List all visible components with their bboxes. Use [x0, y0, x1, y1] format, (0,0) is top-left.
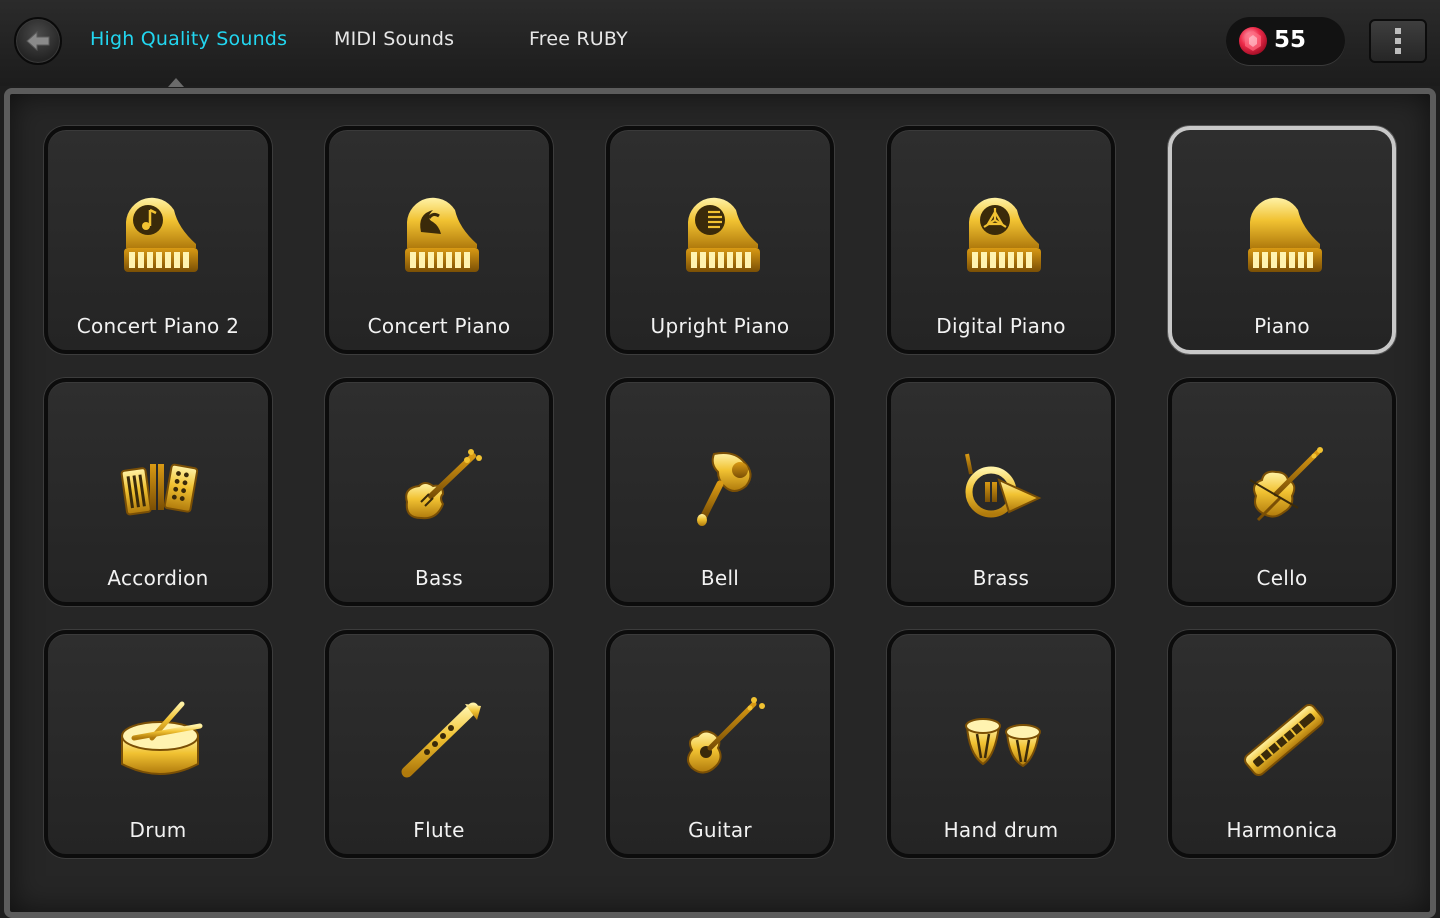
instrument-label: Piano — [1254, 314, 1310, 338]
grand-piano-lines-icon — [686, 197, 760, 272]
instrument-tile-brass[interactable]: Brass — [887, 378, 1115, 606]
instrument-label: Upright Piano — [650, 314, 790, 338]
instrument-label: Drum — [129, 818, 187, 842]
electric-bass-icon — [405, 449, 482, 520]
grand-piano-note-icon — [124, 197, 198, 272]
instrument-label: Guitar — [688, 818, 752, 842]
tab-high-quality-sounds[interactable]: High Quality Sounds — [90, 28, 287, 50]
instrument-label: Harmonica — [1226, 818, 1338, 842]
instrument-label: Hand drum — [943, 818, 1059, 842]
instrument-label: Concert Piano — [367, 314, 511, 338]
instrument-tile-guitar[interactable]: Guitar — [606, 630, 834, 858]
instrument-label: Bass — [414, 566, 464, 590]
acoustic-guitar-icon — [687, 697, 765, 774]
more-vertical-icon — [1395, 28, 1401, 54]
instrument-tile-upright-piano[interactable]: Upright Piano — [606, 126, 834, 354]
instrument-tile-concert-piano[interactable]: Concert Piano — [325, 126, 553, 354]
instrument-tile-accordion[interactable]: Accordion — [44, 378, 272, 606]
instrument-grid: Concert Piano 2 Concert Piano Upright Pi… — [44, 126, 1396, 858]
instrument-label: Flute — [413, 818, 465, 842]
grand-piano-tri-icon — [967, 197, 1041, 272]
instrument-tile-digital-piano[interactable]: Digital Piano — [887, 126, 1115, 354]
ruby-count: 55 — [1274, 27, 1307, 53]
tab-midi-sounds[interactable]: MIDI Sounds — [334, 28, 454, 50]
instrument-tile-hand-drum[interactable]: Hand drum — [887, 630, 1115, 858]
instrument-tile-cello[interactable]: Cello — [1168, 378, 1396, 606]
instrument-tile-piano[interactable]: Piano — [1168, 126, 1396, 354]
bongo-drums-icon — [965, 718, 1041, 768]
instrument-label: Digital Piano — [936, 314, 1066, 338]
active-tab-indicator — [168, 78, 184, 87]
cello-icon — [1249, 447, 1323, 522]
top-bar: High Quality Sounds MIDI Sounds Free RUB… — [0, 0, 1440, 87]
ruby-balance[interactable]: 55 — [1226, 17, 1345, 65]
instrument-label: Cello — [1256, 566, 1308, 590]
drum-icon — [121, 701, 203, 775]
accordion-icon — [120, 463, 199, 516]
instrument-label: Bell — [700, 566, 740, 590]
instrument-tile-concert-piano-2[interactable]: Concert Piano 2 — [44, 126, 272, 354]
instrument-tile-drum[interactable]: Drum — [44, 630, 272, 858]
instrument-label: Concert Piano 2 — [76, 314, 240, 338]
instrument-tile-flute[interactable]: Flute — [325, 630, 553, 858]
french-horn-icon — [965, 453, 1042, 518]
instrument-label: Accordion — [107, 566, 209, 590]
tab-free-ruby[interactable]: Free RUBY — [529, 28, 628, 50]
grand-piano-wave-icon — [405, 197, 479, 272]
harmonica-icon — [1244, 703, 1324, 777]
ruby-gem-icon — [1239, 27, 1267, 55]
instrument-tile-harmonica[interactable]: Harmonica — [1168, 630, 1396, 858]
instrument-tile-bell[interactable]: Bell — [606, 378, 834, 606]
instrument-tile-bass[interactable]: Bass — [325, 378, 553, 606]
arrow-left-icon — [26, 30, 50, 52]
flute-icon — [401, 702, 481, 778]
instrument-label: Brass — [972, 566, 1030, 590]
back-button[interactable] — [14, 17, 62, 65]
handbell-icon — [697, 452, 752, 526]
overflow-menu-button[interactable] — [1369, 19, 1427, 63]
grand-piano-icon — [1248, 197, 1322, 272]
